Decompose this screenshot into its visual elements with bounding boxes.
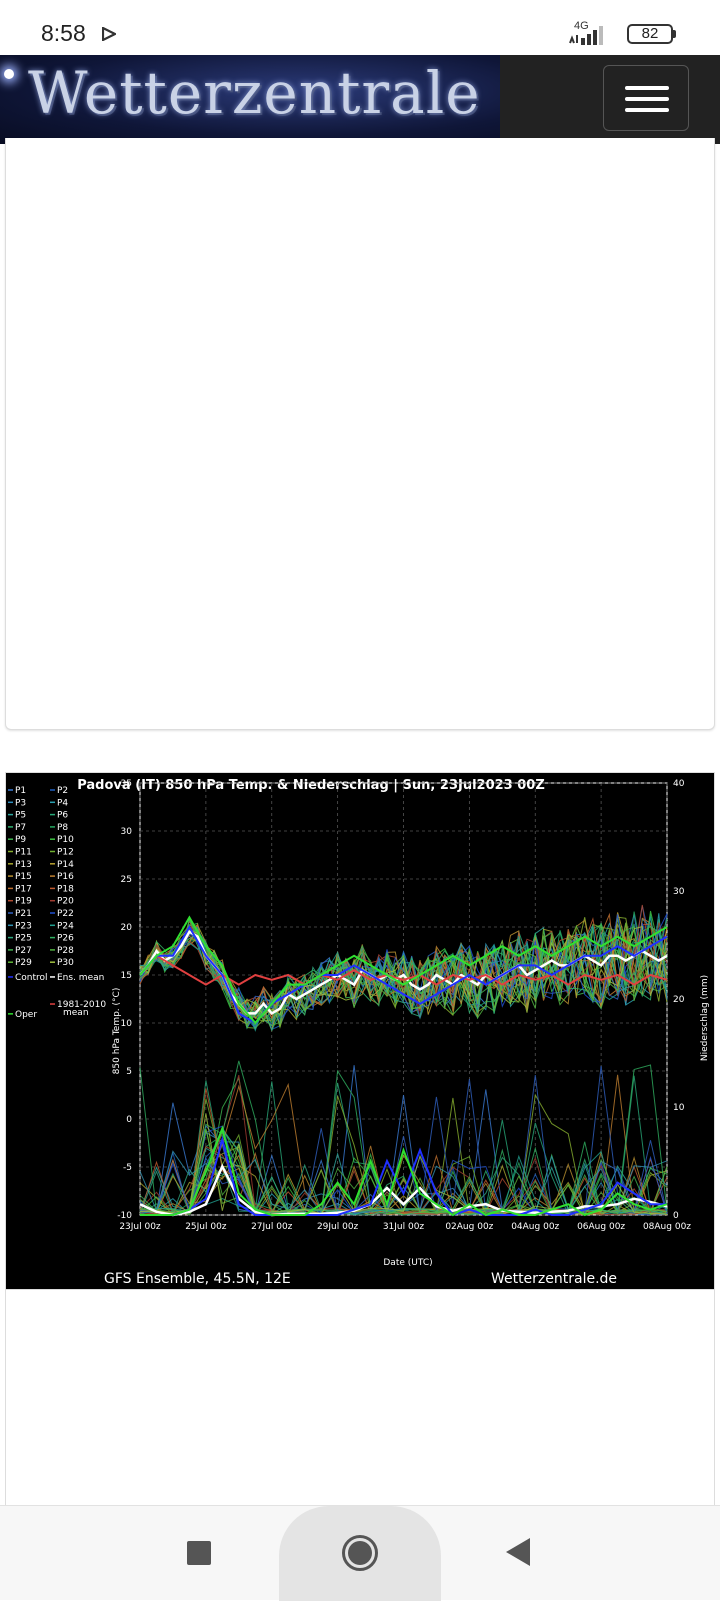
home-icon — [348, 1541, 372, 1565]
legend-label: P21 — [15, 909, 32, 919]
legend-label: P17 — [15, 884, 32, 894]
legend-label: P15 — [15, 872, 32, 882]
y-tick-label: -10 — [117, 1211, 132, 1221]
legend-label: P11 — [15, 848, 32, 858]
y-tick-label: 20 — [121, 923, 133, 933]
clock: 8:58 — [41, 20, 86, 46]
legend-label: P4 — [57, 798, 68, 808]
y-tick-label: 25 — [121, 875, 132, 885]
menu-icon-bar — [625, 108, 669, 112]
y-tick-label: 5 — [126, 1067, 132, 1077]
legend-label: P1 — [15, 786, 26, 796]
legend-label: P26 — [57, 934, 74, 944]
x-tick-label: 29Jul 00z — [317, 1222, 359, 1232]
legend-label: P7 — [15, 823, 26, 833]
y-axis-label: 850 hPa Temp. (°C) — [112, 988, 122, 1075]
menu-icon-bar — [625, 86, 669, 90]
legend-label: P8 — [57, 823, 68, 833]
legend-label: P18 — [57, 884, 74, 894]
legend-label: P30 — [57, 958, 74, 968]
legend-label: P6 — [57, 811, 68, 821]
site-header: Wetterzentrale — [0, 55, 720, 144]
legend-label: P28 — [57, 946, 74, 956]
chart-title: Padova (IT) 850 hPa Temp. & Niederschlag… — [77, 778, 545, 793]
legend-label: Oper — [15, 1010, 37, 1020]
legend-label: P20 — [57, 897, 74, 907]
y-tick-label: 15 — [121, 971, 132, 981]
y2-tick-label: 20 — [673, 995, 685, 1005]
legend-label: mean — [63, 1008, 89, 1018]
y2-tick-label: 0 — [673, 1211, 679, 1221]
y2-tick-label: 10 — [673, 1103, 685, 1113]
legend-label: P5 — [15, 811, 26, 821]
legend-label: P23 — [15, 921, 32, 931]
y2-tick-label: 40 — [673, 779, 685, 789]
y2-axis-label: Niederschlag (mm) — [700, 975, 710, 1061]
content-box — [5, 1290, 715, 1505]
legend-label: P3 — [15, 798, 26, 808]
y-tick-label: 0 — [126, 1115, 132, 1125]
battery-icon: 82 — [627, 24, 673, 44]
legend-label: P9 — [15, 835, 26, 845]
x-tick-label: 02Aug 00z — [445, 1222, 493, 1232]
y-tick-label: 30 — [121, 827, 133, 837]
x-axis-label: Date (UTC) — [383, 1258, 432, 1268]
logo-text: Wetterzentrale — [28, 59, 481, 127]
legend-label: P27 — [15, 946, 32, 956]
recents-button[interactable] — [187, 1541, 211, 1565]
legend-label: P22 — [57, 909, 74, 919]
y-tick-label: -5 — [123, 1163, 132, 1173]
legend-label: P16 — [57, 872, 74, 882]
legend-label: P10 — [57, 835, 74, 845]
legend-label: P14 — [57, 860, 74, 870]
x-tick-label: 25Jul 00z — [185, 1222, 227, 1232]
x-tick-label: 23Jul 00z — [119, 1222, 161, 1232]
legend-label: P29 — [15, 958, 32, 968]
battery-tip — [673, 30, 676, 38]
x-tick-label: 04Aug 00z — [511, 1222, 559, 1232]
x-tick-label: 27Jul 00z — [251, 1222, 293, 1232]
ensemble-chart: Padova (IT) 850 hPa Temp. & Niederschlag… — [6, 773, 714, 1289]
y-tick-label: 35 — [121, 779, 132, 789]
back-button[interactable] — [506, 1538, 530, 1566]
legend-label: Ens. mean — [57, 973, 104, 983]
site-logo[interactable]: Wetterzentrale — [0, 55, 500, 144]
ad-placeholder — [5, 138, 715, 730]
chart-footer-left: GFS Ensemble, 45.5N, 12E — [104, 1271, 291, 1287]
legend-label: P19 — [15, 897, 32, 907]
legend-label: P12 — [57, 848, 74, 858]
legend-label: P13 — [15, 860, 32, 870]
legend-label: P25 — [15, 934, 32, 944]
x-tick-label: 31Jul 00z — [383, 1222, 425, 1232]
chart-footer-right: Wetterzentrale.de — [491, 1271, 617, 1287]
hamburger-menu-button[interactable] — [603, 65, 689, 131]
signal-icon — [569, 26, 603, 45]
status-bar: 8:58 4G 82 — [0, 0, 720, 55]
legend-label: P24 — [57, 921, 74, 931]
battery-level: 82 — [641, 25, 659, 42]
y-tick-label: 10 — [121, 1019, 133, 1029]
logo-star-icon — [4, 69, 14, 79]
y2-tick-label: 30 — [673, 887, 685, 897]
play-store-icon — [102, 27, 116, 41]
menu-icon-bar — [625, 97, 669, 101]
x-tick-label: 06Aug 00z — [577, 1222, 625, 1232]
legend-label: P2 — [57, 786, 68, 796]
x-tick-label: 08Aug 00z — [643, 1222, 691, 1232]
legend-label: Control — [15, 973, 48, 983]
